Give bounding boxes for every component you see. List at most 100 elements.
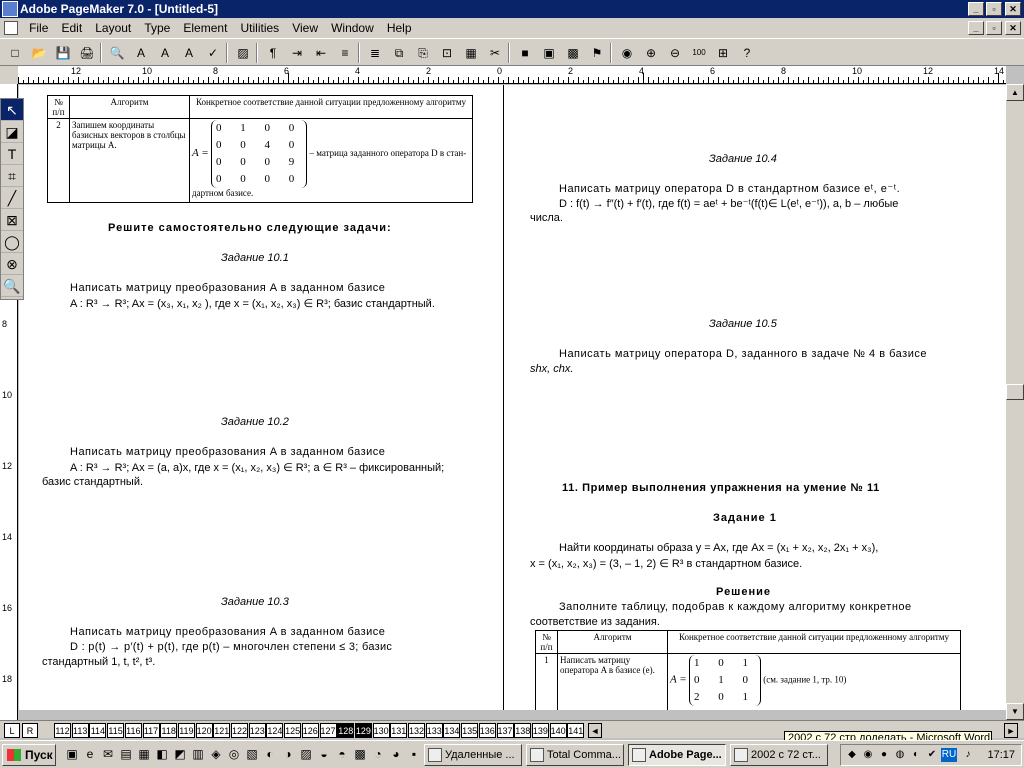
volume-icon[interactable]: ♪: [961, 748, 975, 762]
color-tool-icon[interactable]: ◪: [1, 121, 23, 143]
tray-app-icon[interactable]: ◍: [893, 748, 907, 762]
page-tab[interactable]: 118: [160, 723, 178, 738]
vertical-scroll-thumb[interactable]: [1006, 384, 1024, 400]
page-tab[interactable]: 123: [248, 723, 266, 738]
fill-icon[interactable]: ▨: [232, 42, 254, 64]
type-spec-icon[interactable]: A: [130, 42, 152, 64]
task-button-active[interactable]: Adobe Page...: [628, 744, 726, 766]
menu-element[interactable]: Element: [178, 18, 232, 38]
outlook-icon[interactable]: ✉: [100, 746, 116, 762]
copy-icon[interactable]: ⧉: [388, 42, 410, 64]
cut-icon[interactable]: ✂: [484, 42, 506, 64]
language-indicator[interactable]: RU: [941, 748, 957, 762]
ruler-corner[interactable]: [0, 66, 18, 84]
task-button[interactable]: Total Comma...: [526, 744, 624, 766]
quicklaunch-app-icon[interactable]: ◈: [208, 746, 224, 762]
show-desktop-icon[interactable]: ▣: [64, 746, 80, 762]
quicklaunch-app-icon[interactable]: ◎: [226, 746, 242, 762]
menu-help[interactable]: Help: [382, 18, 417, 38]
help-icon[interactable]: ?: [736, 42, 758, 64]
quicklaunch-app-icon[interactable]: ▧: [244, 746, 260, 762]
quicklaunch-app-icon[interactable]: ◑: [280, 746, 296, 762]
menu-edit[interactable]: Edit: [56, 18, 87, 38]
page-tab[interactable]: 116: [124, 723, 142, 738]
zoom-out-icon[interactable]: ⊖: [664, 42, 686, 64]
crop-tool-icon[interactable]: ⌗: [1, 165, 23, 187]
minimize-button[interactable]: _: [968, 2, 984, 16]
page-tab[interactable]: 119: [177, 723, 195, 738]
picture-icon[interactable]: ▣: [538, 42, 560, 64]
quicklaunch-app-icon[interactable]: ▥: [190, 746, 206, 762]
close-button[interactable]: ✕: [1005, 2, 1021, 16]
menu-type[interactable]: Type: [139, 18, 175, 38]
horizontal-ruler[interactable]: 12 10 8 6 4 2 0 2 4 6 8 10 12 14: [18, 66, 1006, 84]
page-tab[interactable]: 133: [425, 723, 443, 738]
polygon-frame-tool-icon[interactable]: ⊗: [1, 253, 23, 275]
image-icon[interactable]: ▩: [562, 42, 584, 64]
fit-icon[interactable]: ⊞: [712, 42, 734, 64]
doc-close-button[interactable]: ✕: [1005, 21, 1021, 35]
quicklaunch-app-icon[interactable]: ◕: [388, 746, 404, 762]
menu-utilities[interactable]: Utilities: [235, 18, 284, 38]
page-tab[interactable]: 131: [390, 723, 408, 738]
page-tab[interactable]: 140: [549, 723, 567, 738]
pointer-tool-icon[interactable]: ↖: [1, 99, 23, 121]
task-button[interactable]: 2002 с 72 ст...: [730, 744, 828, 766]
start-button[interactable]: Пуск: [2, 744, 56, 766]
document-icon[interactable]: [4, 21, 18, 35]
page-tab[interactable]: 114: [89, 723, 107, 738]
page-tab[interactable]: 127: [319, 723, 337, 738]
quicklaunch-app-icon[interactable]: ▤: [118, 746, 134, 762]
page-tab[interactable]: 130: [372, 723, 390, 738]
quicklaunch-app-icon[interactable]: ▪: [406, 746, 422, 762]
indent-icon[interactable]: ⇤: [310, 42, 332, 64]
page-tab[interactable]: 138: [514, 723, 532, 738]
explorer-icon[interactable]: e: [82, 746, 98, 762]
page-canvas[interactable]: № п/п Алгоритм Конкретное соответствие д…: [19, 85, 1006, 710]
tray-app-icon[interactable]: ✔: [925, 748, 939, 762]
quicklaunch-app-icon[interactable]: ◒: [316, 746, 332, 762]
doc-restore-button[interactable]: ▫: [986, 21, 1002, 35]
page-tab[interactable]: 117: [142, 723, 160, 738]
actual-size-icon[interactable]: 100: [688, 42, 710, 64]
type-size-up-icon[interactable]: A: [154, 42, 176, 64]
tab-icon[interactable]: ⇥: [286, 42, 308, 64]
page-tab[interactable]: 135: [461, 723, 479, 738]
text-tool-icon[interactable]: T: [1, 143, 23, 165]
page-tab[interactable]: 122: [231, 723, 248, 738]
page-tab[interactable]: 137: [496, 723, 514, 738]
tray-app-icon[interactable]: ◐: [909, 748, 923, 762]
frame-tool-icon[interactable]: ⊠: [1, 209, 23, 231]
paragraph-icon[interactable]: ¶: [262, 42, 284, 64]
quicklaunch-app-icon[interactable]: ◐: [262, 746, 278, 762]
quicklaunch-app-icon[interactable]: ◧: [154, 746, 170, 762]
paste-icon[interactable]: ⎘: [412, 42, 434, 64]
spelling-icon[interactable]: ✓: [202, 42, 224, 64]
new-icon[interactable]: □: [4, 42, 26, 64]
quicklaunch-app-icon[interactable]: ▨: [298, 746, 314, 762]
page-tab[interactable]: 136: [478, 723, 496, 738]
open-icon[interactable]: 📂: [28, 42, 50, 64]
restore-button[interactable]: ▫: [986, 2, 1002, 16]
page-tab[interactable]: 128: [337, 723, 355, 738]
vertical-scrollbar[interactable]: ▲ ▼: [1006, 84, 1024, 720]
menu-file[interactable]: File: [24, 18, 53, 38]
page-tab[interactable]: 139: [531, 723, 549, 738]
left-master-page-tab[interactable]: L: [4, 723, 20, 738]
quicklaunch-app-icon[interactable]: ◩: [172, 746, 188, 762]
menu-view[interactable]: View: [287, 18, 323, 38]
page-tab[interactable]: 141: [567, 723, 585, 738]
tray-app-icon[interactable]: ◉: [861, 748, 875, 762]
page-tab[interactable]: 112: [54, 723, 71, 738]
save-icon[interactable]: 💾: [52, 42, 74, 64]
tray-app-icon[interactable]: ◆: [845, 748, 859, 762]
tray-app-icon[interactable]: ●: [877, 748, 891, 762]
zoom-tool-icon[interactable]: 🔍: [1, 275, 23, 297]
page-tab[interactable]: 132: [408, 723, 425, 738]
numbering-icon[interactable]: ≣: [364, 42, 386, 64]
scroll-left-arrow-icon[interactable]: ◄: [588, 723, 602, 738]
quicklaunch-app-icon[interactable]: ▦: [136, 746, 152, 762]
color-icon[interactable]: ■: [514, 42, 536, 64]
web-icon[interactable]: ◉: [616, 42, 638, 64]
quicklaunch-app-icon[interactable]: ▩: [352, 746, 368, 762]
